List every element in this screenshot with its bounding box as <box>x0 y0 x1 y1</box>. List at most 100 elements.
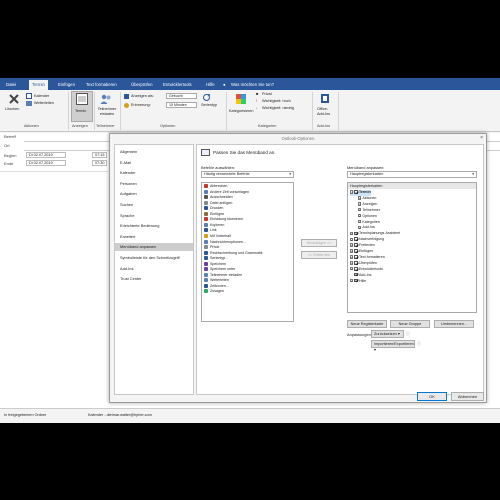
nav-item[interactable]: Erleichterte Bedienung <box>118 222 194 230</box>
nav-item[interactable]: Trust Center <box>118 275 194 283</box>
importance-low-button[interactable]: Wichtigkeit: niedrig <box>262 106 294 110</box>
importance-high-button[interactable]: Wichtigkeit: hoch <box>262 99 291 103</box>
nav-item[interactable]: Sprache <box>118 212 194 220</box>
reminder-select[interactable]: 15 Minuten <box>166 102 197 108</box>
calendar-button[interactable]: Kalender <box>34 94 49 98</box>
expand-icon[interactable]: + <box>350 231 354 235</box>
rename-button[interactable]: Umbenennen... <box>434 320 474 328</box>
nav-item[interactable]: Suchen <box>118 201 194 209</box>
customize-ribbon-dropdown[interactable]: Hauptregisterkarten ▾ <box>347 171 477 178</box>
ribbon-tabs-tree[interactable]: Hauptregisterkarten − Termin + Aktionen + Anz… <box>347 182 477 313</box>
forward-button[interactable]: Weiterleiten <box>34 101 54 105</box>
checkbox[interactable] <box>354 272 358 277</box>
start-date-value: Di 02.07.2019 <box>29 153 53 157</box>
expand-icon[interactable]: + <box>358 213 362 218</box>
checkbox[interactable] <box>354 190 358 194</box>
categorize-button[interactable]: Kategorisieren <box>229 109 253 113</box>
tree-item[interactable]: + Hilfe <box>350 279 366 285</box>
delete-icon[interactable] <box>8 93 20 105</box>
status-calendar: Kalender - dietmar.walter@hpher.com <box>88 413 152 417</box>
cancel-button[interactable]: Abbrechen <box>451 392 484 401</box>
chevron-down-icon: ▾ <box>397 332 400 336</box>
tab-hilfe[interactable]: Hilfe <box>203 80 218 90</box>
checkbox[interactable] <box>354 231 358 236</box>
expand-icon[interactable]: + <box>358 219 362 224</box>
checkbox[interactable] <box>354 249 358 253</box>
tell-me-box[interactable]: Was möchten Sie tun? <box>228 80 277 90</box>
choose-commands-dropdown[interactable]: Häufig verwendete Befehle ▾ <box>201 171 294 178</box>
checkbox[interactable] <box>354 237 358 242</box>
tree-item-label: Add-Ins <box>362 225 375 230</box>
commands-list[interactable]: Abbrechen Andere Zeit vorschlagen Ausschne… <box>201 182 294 322</box>
group-label-anzeigen: Anzeigen <box>72 124 88 128</box>
expand-icon[interactable]: + <box>358 202 362 206</box>
new-tab-button[interactable]: Neue Registerkarte <box>347 320 387 328</box>
close-icon[interactable]: × <box>480 135 483 141</box>
command-icon <box>204 267 208 272</box>
remove-button[interactable]: << Entfernen <box>301 251 337 259</box>
add-button[interactable]: Hinzufügen >> <box>301 239 337 247</box>
checkbox[interactable] <box>354 255 358 259</box>
private-button[interactable]: Privat <box>262 92 272 96</box>
expand-icon[interactable]: + <box>358 196 362 200</box>
expand-icon[interactable]: + <box>350 243 354 247</box>
start-time-field[interactable]: 07:15 <box>92 152 107 158</box>
nav-item[interactable]: Symbolleiste für den Schnellzugriff <box>118 254 194 262</box>
expand-icon[interactable]: + <box>350 261 354 265</box>
nav-item[interactable]: Allgemein <box>118 148 194 156</box>
ribbon-separator <box>226 92 227 130</box>
customize-ribbon-label: Menüband anpassen: <box>347 165 385 170</box>
expand-icon[interactable]: + <box>358 208 362 212</box>
invite-attendees-button[interactable]: Teilnehmer einladen <box>95 107 119 116</box>
show-as-value: Gebucht <box>169 94 183 98</box>
new-group-button[interactable]: Neue Gruppe <box>390 320 430 328</box>
command-icon <box>204 195 208 200</box>
nav-item[interactable]: Add-Ins <box>118 265 194 273</box>
nav-item[interactable]: Aufgaben <box>118 190 194 198</box>
expand-icon[interactable]: + <box>350 267 354 271</box>
checkbox[interactable] <box>354 243 358 247</box>
checkbox[interactable] <box>354 261 358 265</box>
nav-item[interactable]: Erweitert <box>118 233 194 241</box>
group-label-kategorien: Kategorien <box>258 124 277 128</box>
collapse-icon[interactable]: − <box>350 190 354 194</box>
checkbox[interactable] <box>354 278 358 283</box>
command-label: Mit Vorbehalt <box>210 233 231 238</box>
import-export-dropdown[interactable]: Importieren/Exportieren ▾ <box>371 340 415 352</box>
tab-ueberpruefen[interactable]: Überprüfen <box>128 80 156 90</box>
command-label: Privat <box>210 245 220 250</box>
tab-einfuegen[interactable]: Einfügen <box>55 80 78 90</box>
office-addins-button[interactable]: Office-Add-Ins <box>317 107 334 116</box>
tree-item-label: Add-Ins <box>358 272 372 277</box>
nav-item[interactable]: Personen <box>118 180 194 188</box>
expand-icon[interactable]: + <box>350 255 354 259</box>
expand-icon[interactable]: + <box>350 237 354 241</box>
end-date-field[interactable]: Di 02.07.2019 <box>26 160 66 166</box>
nav-item[interactable]: Kalender <box>118 169 194 177</box>
command-icon <box>204 261 208 266</box>
nav-item[interactable]: E-Mail <box>118 159 194 167</box>
command-item[interactable]: Zusagen <box>204 289 224 294</box>
start-date-field[interactable]: Di 02.07.2019 <box>26 152 66 158</box>
command-label: Speichern <box>210 261 227 266</box>
divider <box>0 171 108 172</box>
tab-text-formatieren[interactable]: Text formatieren <box>83 80 120 90</box>
delete-button[interactable]: Löschen <box>5 107 19 111</box>
command-icon <box>204 206 208 211</box>
tab-termin[interactable]: Termin <box>29 80 48 90</box>
expand-icon[interactable]: + <box>350 278 354 283</box>
command-label: Nachrichtenoptionen... <box>210 239 246 244</box>
show-as-select[interactable]: Gebucht <box>166 93 197 99</box>
choose-commands-label: Befehle auswählen: <box>201 165 235 170</box>
recurrence-button[interactable]: Serientyp <box>201 103 217 107</box>
end-time-field[interactable]: 07:30 <box>92 160 107 166</box>
tab-datei[interactable]: Datei <box>3 80 19 90</box>
expand-icon[interactable]: + <box>358 225 362 229</box>
reset-dropdown[interactable]: Zurücksetzen ▾ <box>371 330 404 338</box>
ok-button[interactable]: OK <box>417 392 447 401</box>
checkbox[interactable] <box>354 266 358 271</box>
tree-item-label: Entwicklertools <box>358 266 383 271</box>
nav-item[interactable]: Menüband anpassen <box>115 243 193 252</box>
expand-icon[interactable]: + <box>350 249 354 253</box>
tab-entwicklertools[interactable]: Entwicklertools <box>160 80 195 90</box>
